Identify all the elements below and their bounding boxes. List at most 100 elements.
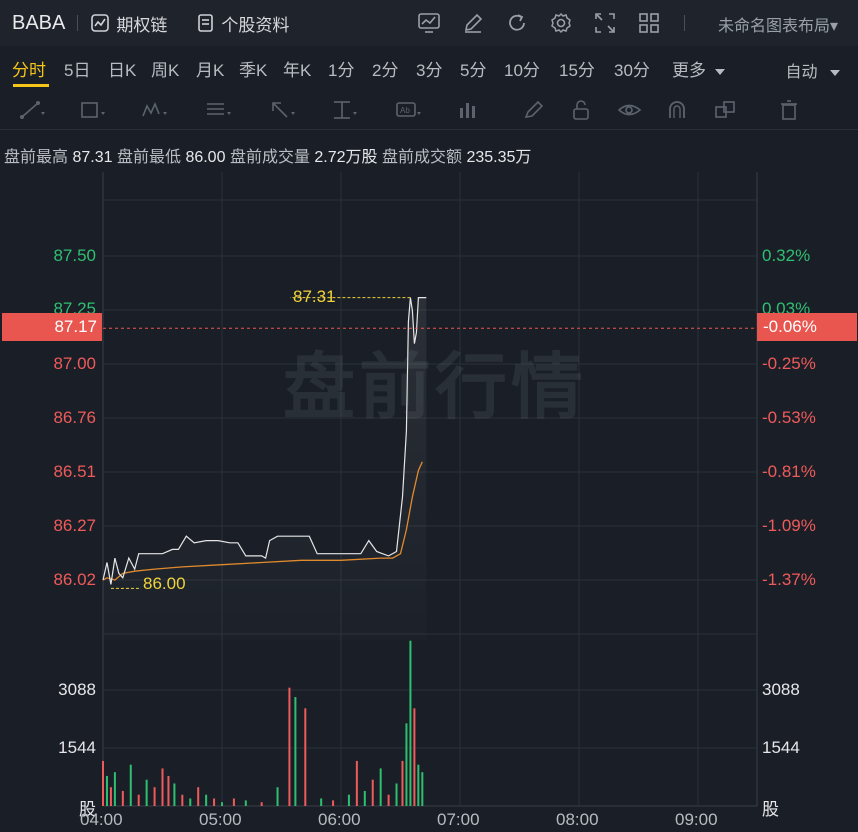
arrow-tool-icon[interactable] xyxy=(268,98,296,122)
current-pct-tag: -0.06% xyxy=(757,313,857,341)
pen-icon[interactable] xyxy=(460,11,486,35)
gear-icon[interactable] xyxy=(548,11,574,35)
volume-bar xyxy=(401,760,404,806)
pct-tick: -1.37% xyxy=(762,570,816,589)
volume-bar xyxy=(145,779,148,806)
low-marker-label: 86.00 xyxy=(143,574,186,593)
measure-tool-icon[interactable] xyxy=(330,98,358,122)
volume-bar xyxy=(413,708,416,806)
volume-bar xyxy=(276,787,279,806)
tab-more[interactable]: 更多 xyxy=(672,56,725,81)
fullscreen-icon[interactable] xyxy=(592,11,618,35)
layout-selector[interactable]: 未命名图表布局▾ xyxy=(718,12,838,36)
volume-bar xyxy=(347,794,350,806)
volume-bar xyxy=(379,768,382,806)
stock-profile-label: 个股资料 xyxy=(221,15,290,35)
rect-tool-icon[interactable] xyxy=(78,98,106,122)
fib-tool-icon[interactable] xyxy=(204,98,232,122)
volume-bar xyxy=(417,764,420,806)
volume-tick: 3088 xyxy=(762,680,800,699)
auto-selector[interactable]: 自动 xyxy=(786,58,840,82)
tab-10min[interactable]: 10分 xyxy=(504,56,540,81)
header-divider-2 xyxy=(684,15,685,31)
volume-bar xyxy=(395,783,398,806)
tab-15min[interactable]: 15分 xyxy=(559,56,595,81)
volume-bar xyxy=(121,790,124,806)
tab-yearly-k[interactable]: 年K xyxy=(283,56,311,81)
tab-3min[interactable]: 3分 xyxy=(416,56,442,81)
line-tool-icon[interactable] xyxy=(18,98,46,122)
tab-weekly-k[interactable]: 周K xyxy=(151,56,179,81)
tab-1min[interactable]: 1分 xyxy=(328,56,354,81)
volume-bar xyxy=(405,723,408,806)
refresh-icon[interactable] xyxy=(504,11,530,35)
time-tick: 04:00 xyxy=(80,810,123,829)
options-chain-button[interactable]: 期权链 xyxy=(90,11,167,36)
lock-icon[interactable] xyxy=(568,98,596,122)
high-value: 87.31 xyxy=(72,149,113,166)
volume-bar xyxy=(371,779,374,806)
wave-tool-icon[interactable] xyxy=(140,98,168,122)
tab-5day[interactable]: 5日 xyxy=(64,56,90,81)
tab-5min[interactable]: 5分 xyxy=(460,56,486,81)
stock-profile-button[interactable]: 个股资料 xyxy=(195,11,289,36)
volume-value: 2.72万股 xyxy=(314,149,378,166)
volume-bar xyxy=(232,798,235,806)
chart-box-icon xyxy=(91,14,110,32)
volume-bars xyxy=(102,640,424,806)
time-tick: 07:00 xyxy=(437,810,480,829)
volume-bar xyxy=(153,787,156,806)
volume-tick: 1544 xyxy=(762,738,800,757)
low-value: 86.00 xyxy=(185,149,226,166)
magnet-icon[interactable] xyxy=(664,98,692,122)
intraday-chart[interactable] xyxy=(0,170,858,832)
tab-quarterly-k[interactable]: 季K xyxy=(239,56,267,81)
bar-tool-icon[interactable] xyxy=(456,98,484,122)
volume-bar xyxy=(221,802,223,806)
volume-bar xyxy=(197,787,200,806)
current-price-tag: 87.17 xyxy=(2,313,102,341)
tab-intraday[interactable]: 分时 xyxy=(12,56,46,81)
eye-icon[interactable] xyxy=(616,98,644,122)
tab-monthly-k[interactable]: 月K xyxy=(196,56,224,81)
high-marker-label: 87.31 xyxy=(293,287,336,306)
volume-bar xyxy=(167,775,170,806)
active-tab-underline xyxy=(13,84,49,87)
volume-bar xyxy=(137,794,140,806)
more-label: 更多 xyxy=(672,61,706,80)
volume-bar xyxy=(105,775,108,806)
volume-bar xyxy=(161,768,164,806)
turnover-label: 盘前成交额 xyxy=(382,149,463,166)
text-tool-icon[interactable]: Ab xyxy=(394,98,422,122)
volume-bar xyxy=(113,772,116,806)
price-tick: 86.51 xyxy=(53,462,96,481)
volume-label: 盘前成交量 xyxy=(229,149,310,166)
volume-bar xyxy=(109,787,112,806)
top-header: BABA 期权链 个股资料 未命名图表布局▾ xyxy=(0,0,858,46)
caret-down-icon xyxy=(830,70,840,76)
brush-icon[interactable] xyxy=(520,98,548,122)
price-tick: 87.00 xyxy=(53,354,96,373)
layers-icon[interactable] xyxy=(712,98,740,122)
price-tick: 86.02 xyxy=(53,570,96,589)
tab-30min[interactable]: 30分 xyxy=(614,56,650,81)
volume-bar xyxy=(288,687,291,806)
premarket-info: 盘前最高 87.31 盘前最低 86.00 盘前成交量 2.72万股 盘前成交额… xyxy=(4,143,531,167)
volume-bar xyxy=(205,794,208,806)
time-tick: 09:00 xyxy=(675,810,718,829)
volume-unit: 股 xyxy=(762,800,779,819)
grid-layout-icon[interactable] xyxy=(636,11,662,35)
volume-bar xyxy=(294,697,297,806)
volume-bar xyxy=(181,794,184,806)
chart-grid xyxy=(102,172,758,807)
tab-2min[interactable]: 2分 xyxy=(372,56,398,81)
trash-icon[interactable] xyxy=(776,98,804,122)
pct-tick: 0.32% xyxy=(762,246,811,265)
pct-tick: -0.25% xyxy=(762,354,816,373)
header-divider xyxy=(77,15,79,31)
indicator-icon[interactable] xyxy=(416,11,442,35)
volume-bar xyxy=(332,800,335,806)
price-tick: 86.76 xyxy=(53,408,96,427)
pct-tick: -0.53% xyxy=(762,408,816,427)
tab-daily-k[interactable]: 日K xyxy=(108,56,136,81)
